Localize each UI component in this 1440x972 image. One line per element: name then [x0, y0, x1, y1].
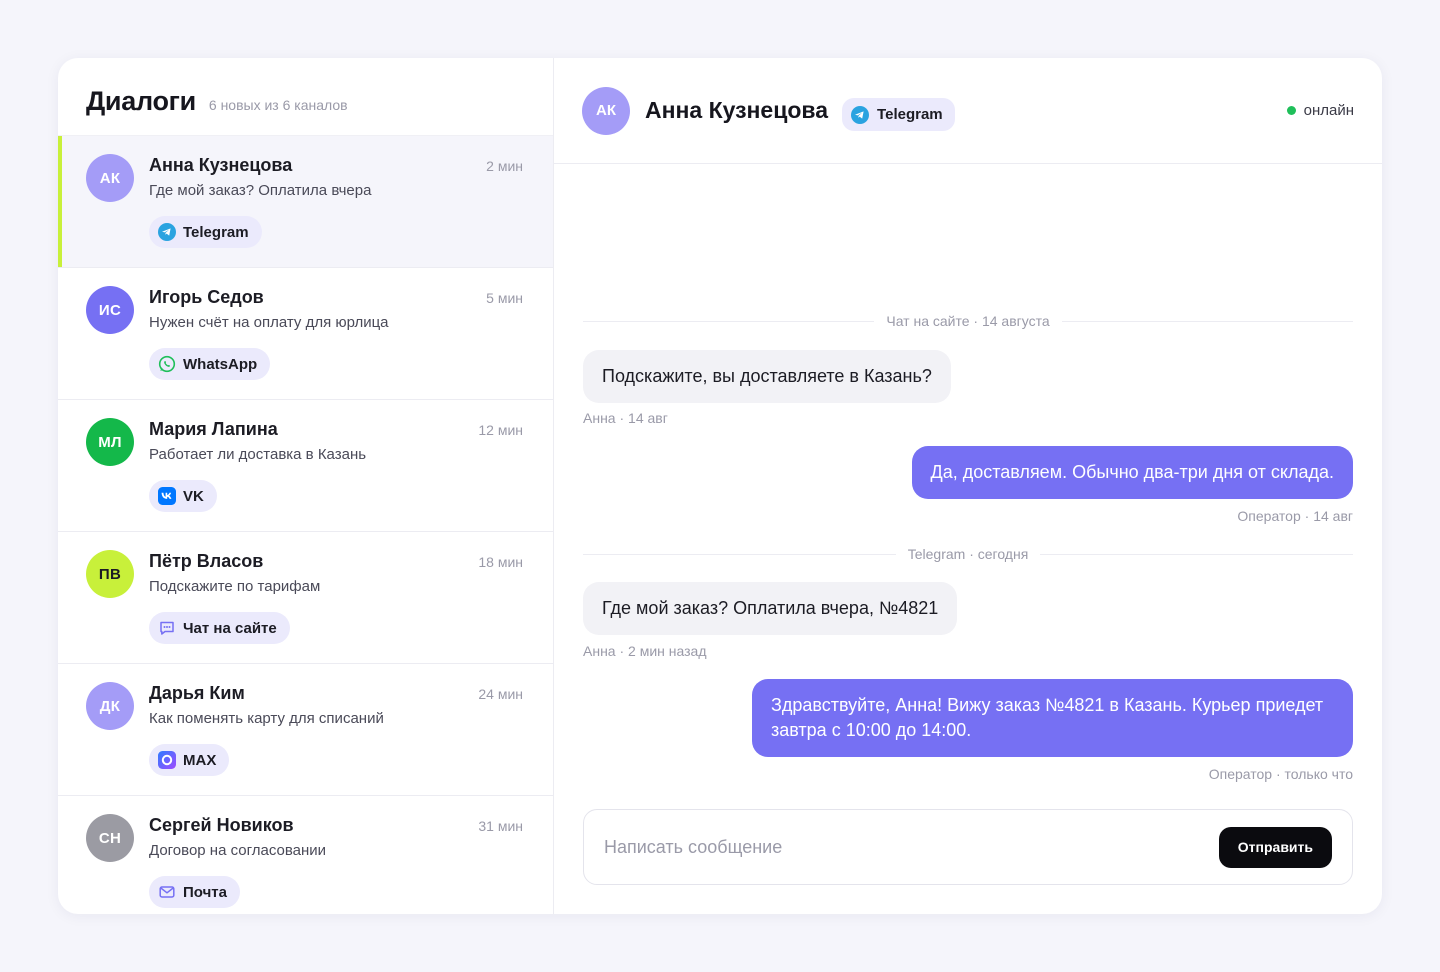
message-bubble-outgoing: Да, доставляем. Обычно два-три дня от ск…	[911, 446, 1353, 499]
channel-chip: MAX	[149, 744, 230, 776]
vk-icon	[158, 487, 176, 505]
avatar: МЛ	[86, 418, 134, 466]
avatar: ИС	[86, 286, 134, 334]
date-divider: Чат на сайте · 14 августа	[583, 311, 1354, 331]
dialog-name: Сергей Новиков	[149, 815, 294, 835]
dialog-name: Дарья Ким	[149, 683, 245, 703]
message-meta: Анна · 2 мин назад	[583, 643, 707, 659]
dialog-name: Игорь Седов	[149, 287, 264, 307]
telegram-icon	[158, 223, 176, 241]
dialog-name: Пётр Власов	[149, 551, 264, 571]
chat-panel: АК Анна Кузнецова Telegram онлайн Чат на…	[554, 58, 1382, 914]
channel-chip: Почта	[149, 876, 240, 908]
message-meta: Оператор · 14 авг	[1237, 508, 1353, 524]
channel-label: WhatsApp	[183, 355, 258, 373]
telegram-icon	[851, 105, 870, 124]
chat-channel-chip: Telegram	[842, 98, 955, 131]
message-meta: Оператор · только что	[1208, 766, 1353, 782]
dialog-preview: Подскажите по тарифам	[149, 578, 321, 595]
channel-chip: Чат на сайте	[149, 612, 290, 644]
messenger-app: Диалоги 6 новых из 6 каналов АК Анна Куз…	[58, 58, 1382, 914]
dialog-item-maria[interactable]: МЛ Мария Лапина Работает ли доставка в К…	[58, 400, 553, 532]
dialog-name: Анна Кузнецова	[149, 155, 293, 175]
message-meta: Анна · 14 авг	[583, 410, 668, 426]
status-label: онлайн	[1303, 102, 1354, 119]
avatar: СН	[86, 814, 134, 862]
avatar: ДК	[86, 682, 134, 730]
dialog-time: 2 мин	[486, 158, 523, 174]
dialog-preview: Где мой заказ? Оплатила вчера	[149, 182, 372, 199]
dialog-time: 5 мин	[486, 290, 523, 306]
channel-chip: VK	[149, 480, 217, 512]
chat-header: АК Анна Кузнецова Telegram онлайн	[554, 58, 1382, 164]
chat-channel-label: Telegram	[877, 106, 943, 123]
date-divider-label: Telegram · сегодня	[907, 546, 1029, 562]
dialog-name: Мария Лапина	[149, 419, 278, 439]
dialog-time: 31 мин	[478, 818, 523, 834]
send-button[interactable]: Отправить	[1218, 826, 1332, 868]
mail-icon	[158, 883, 176, 901]
sidebar-title: Диалоги	[86, 86, 196, 116]
dialog-item-igor[interactable]: ИС Игорь Седов Нужен счёт на оплату для …	[58, 268, 553, 400]
chat-avatar: АК	[582, 86, 630, 135]
dialog-time: 24 мин	[478, 686, 523, 702]
channel-chip: WhatsApp	[149, 348, 271, 380]
dialog-preview: Договор на согласовании	[149, 842, 327, 859]
sidebar-subtitle: 6 новых из 6 каналов	[208, 97, 348, 113]
date-divider-label: Чат на сайте · 14 августа	[886, 313, 1050, 329]
dialog-time: 18 мин	[478, 554, 523, 570]
dialog-preview: Как поменять карту для списаний	[149, 710, 384, 727]
dialog-item-petr[interactable]: ПВ Пётр Власов Подскажите по тарифам Чат…	[58, 532, 553, 664]
message-composer: Отправить	[583, 809, 1353, 885]
channel-label: Чат на сайте	[183, 619, 277, 637]
dialog-preview: Работает ли доставка в Казань	[149, 446, 367, 463]
message-bubble-incoming: Подскажите, вы доставляете в Казань?	[583, 350, 951, 403]
message-input[interactable]	[604, 836, 1219, 858]
site-chat-icon	[158, 619, 176, 637]
whatsapp-icon	[158, 355, 176, 373]
avatar: ПВ	[86, 550, 134, 598]
online-dot-icon	[1286, 106, 1296, 115]
dialog-item-sergey[interactable]: СН Сергей Новиков Договор на согласовани…	[58, 796, 553, 914]
channel-label: VK	[183, 487, 204, 505]
dialog-time: 12 мин	[478, 422, 523, 438]
avatar: АК	[86, 154, 134, 202]
dialog-item-anna[interactable]: АК Анна Кузнецова Где мой заказ? Оплатил…	[58, 136, 553, 268]
message-bubble-incoming: Где мой заказ? Оплатила вчера, №4821	[583, 582, 958, 635]
chat-contact-name: Анна Кузнецова	[645, 97, 829, 123]
message-bubble-outgoing: Здравствуйте, Анна! Вижу заказ №4821 в К…	[752, 679, 1353, 757]
channel-label: Telegram	[183, 223, 249, 241]
date-divider: Telegram · сегодня	[583, 544, 1354, 564]
channel-label: MAX	[183, 751, 217, 769]
dialogs-sidebar: Диалоги 6 новых из 6 каналов АК Анна Куз…	[58, 58, 554, 914]
max-icon	[158, 751, 176, 769]
dialog-item-daria[interactable]: ДК Дарья Ким Как поменять карту для спис…	[58, 664, 553, 796]
online-status: онлайн	[1286, 102, 1354, 119]
sidebar-header: Диалоги 6 новых из 6 каналов	[58, 58, 553, 136]
channel-chip: Telegram	[149, 216, 262, 248]
channel-label: Почта	[183, 883, 227, 901]
dialog-preview: Нужен счёт на оплату для юрлица	[149, 314, 389, 331]
